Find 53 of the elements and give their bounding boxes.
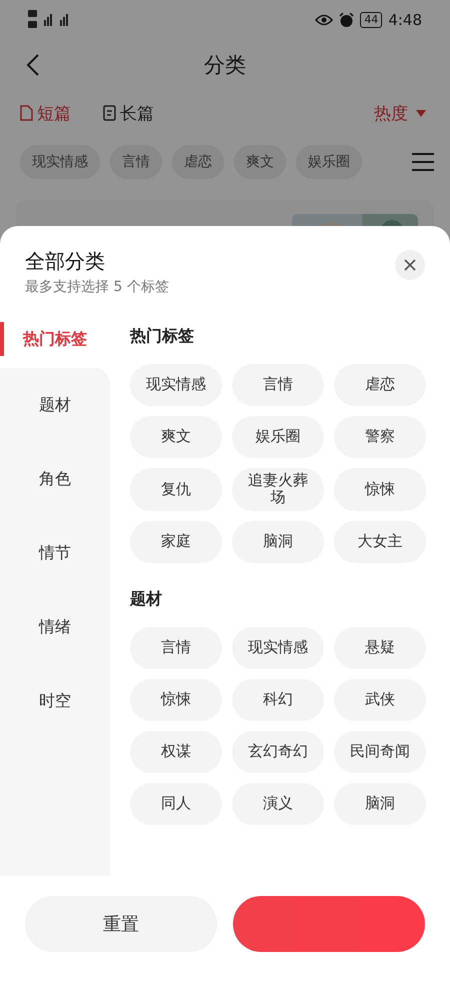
alarm-icon bbox=[339, 12, 354, 28]
tag-chip[interactable]: 玄幻奇幻 bbox=[232, 730, 324, 772]
tag-chip[interactable]: 娱乐圈 bbox=[232, 416, 324, 458]
tag-chip[interactable]: 权谋 bbox=[130, 730, 222, 772]
tag-chip[interactable]: 娱乐圈 bbox=[296, 145, 362, 179]
tag-chip[interactable]: 民间奇闻 bbox=[334, 730, 426, 772]
tag-chip[interactable]: 言情 bbox=[110, 145, 162, 179]
category-tab[interactable]: 时空 bbox=[0, 664, 110, 738]
sheet-title: 全部分类 bbox=[25, 248, 106, 275]
category-tab[interactable]: 角色 bbox=[0, 442, 110, 516]
tag-chip[interactable]: 现实情感 bbox=[20, 145, 100, 179]
document-icon bbox=[20, 105, 33, 121]
category-tab[interactable]: 情节 bbox=[0, 516, 110, 590]
tag-chip[interactable]: 追妻火葬场 bbox=[232, 468, 324, 510]
reset-button[interactable]: 重置 bbox=[25, 896, 217, 952]
tag-chip[interactable]: 大女主 bbox=[334, 520, 426, 562]
page-title: 分类 bbox=[204, 52, 246, 79]
tag-chip[interactable]: 爽文 bbox=[130, 416, 222, 458]
tag-chip[interactable]: 演义 bbox=[232, 782, 324, 824]
tag-chip[interactable]: 虐恋 bbox=[172, 145, 224, 179]
tag-chip[interactable]: 脑洞 bbox=[334, 782, 426, 824]
category-tab[interactable]: 情绪 bbox=[0, 590, 110, 664]
tag-chip[interactable]: 言情 bbox=[232, 364, 324, 406]
caret-icon bbox=[416, 110, 426, 116]
tag-chip[interactable]: 现实情感 bbox=[232, 626, 324, 668]
tag-chip[interactable]: 复仇 bbox=[130, 468, 222, 510]
tag-chip[interactable]: 惊悚 bbox=[130, 678, 222, 720]
status-time: 4:48 bbox=[388, 11, 422, 29]
tag-chip[interactable]: 虐恋 bbox=[334, 364, 426, 406]
category-tab[interactable]: 题材 bbox=[0, 368, 110, 442]
tag-chip[interactable]: 警察 bbox=[334, 416, 426, 458]
tag-chip[interactable]: 武侠 bbox=[334, 678, 426, 720]
sheet-subtitle: 最多支持选择 5 个标签 bbox=[25, 278, 170, 296]
tag-chip[interactable]: 爽文 bbox=[234, 145, 286, 179]
tag-chip[interactable]: 言情 bbox=[130, 626, 222, 668]
document-icon bbox=[103, 105, 116, 121]
tag-chip[interactable]: 现实情感 bbox=[130, 364, 222, 406]
eye-icon bbox=[315, 14, 334, 26]
tag-chip[interactable]: 脑洞 bbox=[232, 520, 324, 562]
battery-icon: 44 bbox=[360, 12, 382, 28]
category-tab[interactable]: 热门标签 bbox=[0, 322, 110, 356]
tag-chip[interactable]: 家庭 bbox=[130, 520, 222, 562]
section-title: 题材 bbox=[130, 588, 163, 610]
tag-chip[interactable]: 同人 bbox=[130, 782, 222, 824]
close-icon bbox=[404, 259, 416, 271]
tag-chip[interactable]: 悬疑 bbox=[334, 626, 426, 668]
tag-chip[interactable]: 科幻 bbox=[232, 678, 324, 720]
close-button[interactable] bbox=[395, 250, 425, 280]
menu-icon[interactable] bbox=[412, 152, 434, 172]
tag-chip[interactable]: 惊悚 bbox=[334, 468, 426, 510]
back-icon[interactable] bbox=[26, 53, 40, 77]
section-title: 热门标签 bbox=[130, 326, 195, 347]
length-tab[interactable]: 长篇 bbox=[103, 102, 154, 124]
